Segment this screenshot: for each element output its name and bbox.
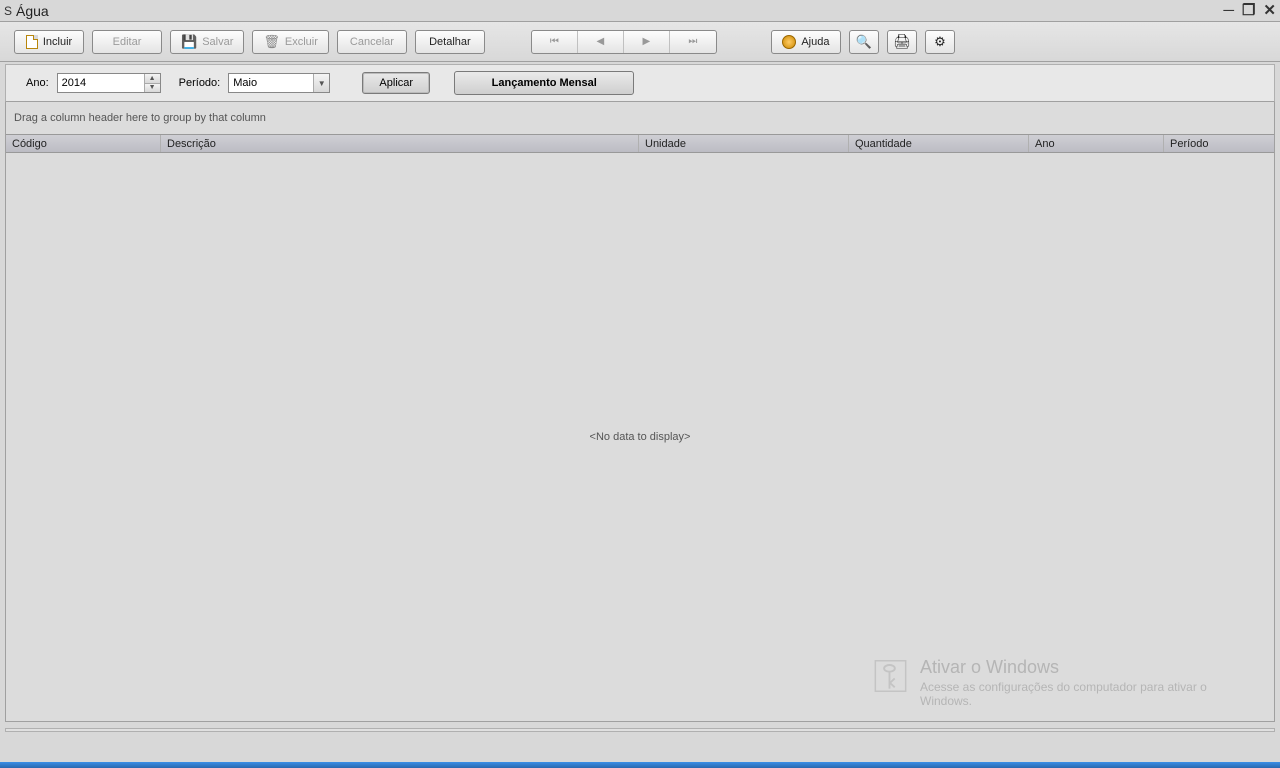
ano-input[interactable] xyxy=(58,74,144,92)
salvar-button[interactable]: 💾 Salvar xyxy=(170,30,244,54)
ajuda-label: Ajuda xyxy=(801,36,829,48)
nav-next-button[interactable]: ▶ xyxy=(624,31,670,53)
col-header-ano[interactable]: Ano xyxy=(1029,135,1164,152)
editar-button[interactable]: Editar xyxy=(92,30,162,54)
ano-spin-up[interactable]: ▲ xyxy=(145,74,160,84)
filter-bar: Ano: ▲ ▼ Período: ▼ Aplicar Lançamento M… xyxy=(5,64,1275,102)
col-header-codigo[interactable]: Código xyxy=(6,135,161,152)
first-icon: ⏮ xyxy=(550,36,559,47)
nav-first-button[interactable]: ⏮ xyxy=(532,31,578,53)
grid-header: Código Descrição Unidade Quantidade Ano … xyxy=(6,134,1274,153)
lancamento-mensal-button[interactable]: Lançamento Mensal xyxy=(454,71,634,95)
save-icon: 💾 xyxy=(181,34,197,50)
incluir-label: Incluir xyxy=(43,36,72,48)
zoom-button[interactable]: 🔍 xyxy=(849,30,879,54)
nav-group: ⏮ ◀ ▶ ⏭ xyxy=(531,30,717,54)
help-icon xyxy=(782,35,796,49)
ano-label: Ano: xyxy=(26,77,49,89)
close-icon[interactable]: ✕ xyxy=(1263,3,1276,18)
taskbar[interactable] xyxy=(0,762,1280,768)
nav-last-button[interactable]: ⏭ xyxy=(670,31,716,53)
col-header-periodo[interactable]: Período xyxy=(1164,135,1274,152)
salvar-label: Salvar xyxy=(202,36,233,48)
periodo-dropdown-button[interactable]: ▼ xyxy=(313,74,329,92)
prev-icon: ◀ xyxy=(597,36,605,47)
next-icon: ▶ xyxy=(643,36,651,47)
ano-input-wrapper: ▲ ▼ xyxy=(57,73,161,93)
app-icon: S xyxy=(4,4,12,18)
config-button[interactable]: ⚙ xyxy=(925,30,955,54)
group-by-panel[interactable]: Drag a column header here to group by th… xyxy=(6,102,1274,134)
detalhar-label: Detalhar xyxy=(429,36,471,48)
window-title: Água xyxy=(16,3,49,19)
data-grid: Drag a column header here to group by th… xyxy=(5,102,1275,722)
print-icon: 🖨 xyxy=(893,33,911,50)
minimize-icon[interactable]: ─ xyxy=(1223,3,1234,18)
nav-prev-button[interactable]: ◀ xyxy=(578,31,624,53)
periodo-label: Período: xyxy=(179,77,221,89)
cancelar-button[interactable]: Cancelar xyxy=(337,30,407,54)
ano-spin-down[interactable]: ▼ xyxy=(145,84,160,93)
detalhar-button[interactable]: Detalhar xyxy=(415,30,485,54)
editar-label: Editar xyxy=(113,36,142,48)
status-strip xyxy=(5,728,1275,732)
ajuda-button[interactable]: Ajuda xyxy=(771,30,841,54)
grid-body: <No data to display> xyxy=(6,153,1274,721)
grid-empty-text: <No data to display> xyxy=(590,431,691,443)
zoom-icon: 🔍 xyxy=(856,34,872,50)
last-icon: ⏭ xyxy=(688,36,697,47)
excluir-button[interactable]: 🗑 Excluir xyxy=(252,30,329,54)
periodo-combo: ▼ xyxy=(228,73,330,93)
trash-icon: 🗑 xyxy=(263,34,280,50)
col-header-quantidade[interactable]: Quantidade xyxy=(849,135,1029,152)
titlebar: S Água ─ ❐ ✕ xyxy=(0,0,1280,22)
cancelar-label: Cancelar xyxy=(350,36,394,48)
col-header-unidade[interactable]: Unidade xyxy=(639,135,849,152)
maximize-icon[interactable]: ❐ xyxy=(1242,3,1255,18)
main-toolbar: Incluir Editar 💾 Salvar 🗑 Excluir Cancel… xyxy=(0,22,1280,62)
incluir-button[interactable]: Incluir xyxy=(14,30,84,54)
config-icon: ⚙ xyxy=(934,34,946,50)
periodo-input[interactable] xyxy=(229,74,313,92)
print-button[interactable]: 🖨 xyxy=(887,30,917,54)
new-doc-icon xyxy=(26,35,38,49)
excluir-label: Excluir xyxy=(285,36,318,48)
col-header-descricao[interactable]: Descrição xyxy=(161,135,639,152)
aplicar-button[interactable]: Aplicar xyxy=(362,72,430,94)
